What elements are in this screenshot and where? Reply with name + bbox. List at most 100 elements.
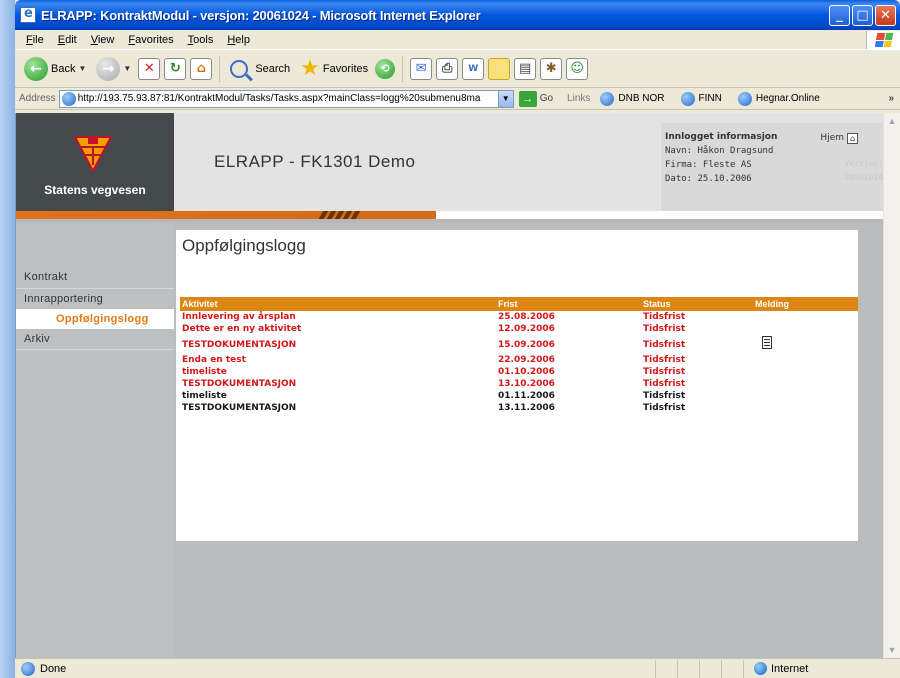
cell-aktivitet[interactable]: TESTDOKUMENTASJON (182, 403, 296, 413)
menu-view[interactable]: View (84, 34, 122, 46)
menu-file[interactable]: File (19, 34, 51, 46)
header-stripe (16, 211, 884, 223)
scroll-down-icon[interactable]: ▼ (884, 642, 900, 658)
status-done: Done (40, 662, 67, 675)
menu-bar: File Edit View Favorites Tools Help (15, 30, 900, 50)
column-header-status[interactable]: Status (643, 297, 671, 311)
cell-aktivitet[interactable]: timeliste (182, 391, 227, 401)
address-bar: Address http://193.75.93.87:81/KontraktM… (15, 88, 900, 110)
toolbar-separator (402, 55, 404, 82)
back-arrow-icon: ← (24, 56, 48, 81)
toolbar: ← Back ▼ → ▼ ✕ ↻ ⌂ Search ★ Favorites ⟲ … (15, 50, 900, 88)
address-input[interactable]: http://193.75.93.87:81/KontraktModul/Tas… (58, 89, 514, 108)
bug-icon[interactable]: ✱ (540, 57, 563, 80)
table-row[interactable]: TESTDOKUMENTASJON 13.11.2006 Tidsfrist (180, 403, 858, 416)
sidebar-item-oppfolgingslogg[interactable]: Oppfølgingslogg (16, 309, 174, 329)
vegvesen-emblem-icon (73, 136, 113, 173)
cell-frist: 01.10.2006 (498, 367, 555, 377)
page-icon (21, 661, 35, 676)
chevron-down-icon[interactable]: ▼ (497, 90, 513, 107)
cell-status: Tidsfrist (643, 367, 686, 377)
home-icon[interactable]: ⌂ (190, 57, 213, 80)
messenger-icon[interactable]: ☺ (566, 57, 589, 80)
close-button[interactable]: ✕ (875, 4, 896, 26)
version-value: 20061024 (844, 173, 883, 182)
home-link[interactable]: Hjem ⌂ (820, 131, 858, 145)
table-row[interactable]: Dette er en ny aktivitet 12.09.2006 Tids… (180, 324, 858, 337)
stop-icon[interactable]: ✕ (138, 57, 161, 80)
address-url: http://193.75.93.87:81/KontraktModul/Tas… (77, 93, 481, 104)
desktop-background (0, 0, 15, 678)
chevron-down-icon[interactable]: ▼ (123, 64, 131, 73)
maximize-button[interactable]: □ (852, 4, 873, 26)
cell-aktivitet[interactable]: TESTDOKUMENTASJON (182, 379, 296, 389)
research-icon[interactable]: ▤ (514, 57, 537, 80)
column-header-aktivitet[interactable]: Aktivitet (182, 297, 218, 311)
go-button[interactable]: → Go (518, 90, 553, 107)
print-icon[interactable]: ⎙ (436, 57, 459, 80)
menu-help[interactable]: Help (220, 34, 257, 46)
link-label: Hegnar.Online (755, 93, 820, 104)
forward-button[interactable]: → ▼ (93, 56, 134, 81)
cell-aktivitet[interactable]: Dette er en ny aktivitet (182, 324, 301, 334)
chevron-down-icon[interactable]: ▼ (78, 64, 86, 73)
cell-status: Tidsfrist (643, 403, 686, 413)
forward-arrow-icon: → (96, 56, 121, 81)
scroll-up-icon[interactable]: ▲ (884, 113, 900, 129)
history-icon[interactable]: ⟲ (375, 58, 396, 79)
cell-aktivitet[interactable]: Innlevering av årsplan (182, 312, 296, 322)
version-info: Versjon: 20061024 (844, 157, 883, 185)
page-header: Statens vegvesen ELRAPP - FK1301 Demo In… (16, 113, 884, 211)
page-icon (737, 91, 752, 106)
document-icon[interactable] (762, 336, 772, 349)
menu-edit[interactable]: Edit (51, 34, 84, 46)
web-page: Statens vegvesen ELRAPP - FK1301 Demo In… (16, 113, 884, 658)
cell-status: Tidsfrist (643, 324, 686, 334)
cell-melding[interactable] (762, 336, 772, 349)
app-title: ELRAPP - FK1301 Demo (214, 152, 416, 171)
refresh-icon[interactable]: ↻ (164, 57, 187, 80)
minimize-button[interactable]: _ (829, 4, 850, 26)
title-bar[interactable]: ELRAPP: KontraktModul - versjon: 2006102… (15, 0, 900, 30)
mail-icon[interactable]: ✉ (410, 57, 433, 80)
link-finn[interactable]: FINN (679, 91, 722, 106)
cell-frist: 22.09.2006 (498, 355, 555, 365)
browser-window: ELRAPP: KontraktModul - versjon: 2006102… (15, 0, 900, 678)
main-content: Oppfølgingslogg Aktivitet Frist Status M… (176, 230, 858, 541)
table-row[interactable]: TESTDOKUMENTASJON 15.09.2006 Tidsfrist (180, 336, 858, 353)
notes-icon[interactable] (488, 57, 511, 80)
cell-aktivitet[interactable]: timeliste (182, 367, 227, 377)
links-label: Links (567, 93, 591, 104)
link-dnb-nor[interactable]: DNB NOR (598, 91, 665, 106)
zone-label: Internet (771, 662, 809, 675)
logo[interactable]: Statens vegvesen (16, 113, 174, 211)
search-button[interactable]: Search (227, 59, 293, 78)
status-cells (655, 659, 743, 678)
favorites-button[interactable]: ★ Favorites (297, 57, 371, 80)
cell-status: Tidsfrist (643, 355, 686, 365)
menu-favorites[interactable]: Favorites (121, 34, 180, 46)
cell-aktivitet[interactable]: Enda en test (182, 355, 246, 365)
sidebar-nav: Kontrakt Innrapportering Oppfølgingslogg… (16, 223, 174, 658)
cell-aktivitet[interactable]: TESTDOKUMENTASJON (182, 340, 296, 350)
chevron-right-icon[interactable]: » (888, 93, 894, 104)
cell-frist: 13.11.2006 (498, 403, 555, 413)
page-icon (680, 91, 695, 106)
status-bar: Done Internet (15, 658, 900, 678)
column-header-melding[interactable]: Melding (755, 297, 789, 311)
link-label: DNB NOR (618, 93, 665, 104)
table-header: Aktivitet Frist Status Melding (180, 297, 858, 311)
login-name: Navn: Håkon Dragsund (665, 146, 774, 156)
column-header-frist[interactable]: Frist (498, 297, 518, 311)
cell-status: Tidsfrist (643, 379, 686, 389)
sidebar-item-innrapportering[interactable]: Innrapportering (16, 289, 174, 309)
link-hegnar[interactable]: Hegnar.Online (736, 91, 820, 106)
sidebar-item-arkiv[interactable]: Arkiv (16, 329, 174, 349)
sidebar-item-kontrakt[interactable]: Kontrakt (16, 267, 174, 287)
back-button[interactable]: ← Back ▼ (21, 56, 89, 81)
menu-tools[interactable]: Tools (181, 34, 221, 46)
link-label: FINN (698, 93, 722, 104)
vertical-scrollbar[interactable]: ▲ ▼ (883, 113, 900, 658)
edit-word-icon[interactable]: W (462, 57, 485, 80)
security-zone[interactable]: Internet (743, 659, 863, 678)
